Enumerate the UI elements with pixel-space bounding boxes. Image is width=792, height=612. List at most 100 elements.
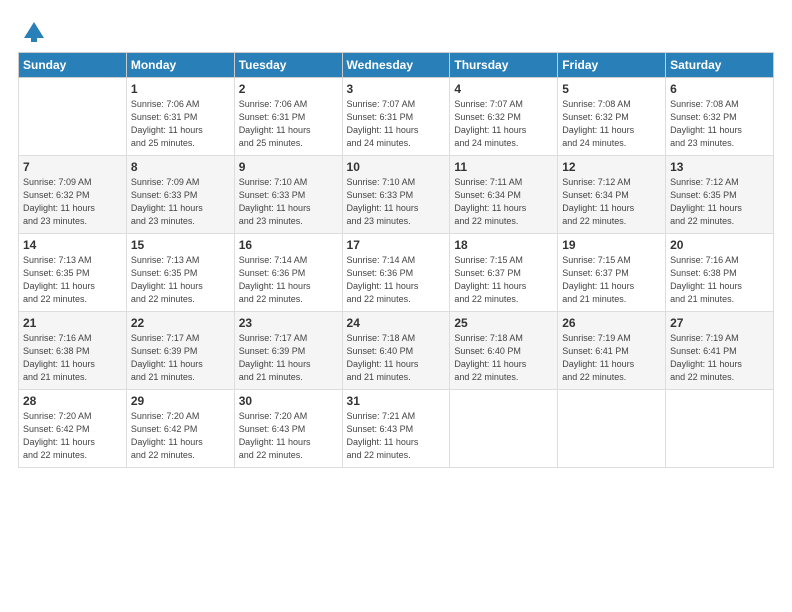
calendar-cell: 17 Sunrise: 7:14 AM Sunset: 6:36 PM Dayli… [342,234,450,312]
day-number: 10 [347,160,446,174]
day-number: 26 [562,316,661,330]
day-number: 13 [670,160,769,174]
calendar-cell: 10 Sunrise: 7:10 AM Sunset: 6:33 PM Dayli… [342,156,450,234]
calendar-cell: 21Sunrise: 7:16 AM Sunset: 6:38 PM Dayli… [19,312,127,390]
day-number: 18 [454,238,553,252]
day-number: 8 [131,160,230,174]
calendar-cell: 28 Sunrise: 7:20 AM Sunset: 6:42 PM Dayli… [19,390,127,468]
day-number: 16 [239,238,338,252]
day-number: 17 [347,238,446,252]
day-info: Sunrise: 7:20 AM Sunset: 6:43 PM Dayligh… [239,410,338,462]
calendar-cell [666,390,774,468]
day-number: 21 [23,316,122,330]
day-info: Sunrise: 7:10 AM Sunset: 6:33 PM Dayligh… [239,176,338,228]
calendar-cell: 29 Sunrise: 7:20 AM Sunset: 6:42 PM Dayli… [126,390,234,468]
day-number: 3 [347,82,446,96]
day-info: Sunrise: 7:20 AM Sunset: 6:42 PM Dayligh… [131,410,230,462]
day-number: 27 [670,316,769,330]
header [18,18,774,46]
day-info: Sunrise: 7:19 AM Sunset: 6:41 PM Dayligh… [562,332,661,384]
calendar-cell: 1 Sunrise: 7:06 AM Sunset: 6:31 PM Daylig… [126,78,234,156]
calendar-cell: 15Sunrise: 7:13 AM Sunset: 6:35 PM Dayli… [126,234,234,312]
day-number: 14 [23,238,122,252]
calendar-cell: 14Sunrise: 7:13 AM Sunset: 6:35 PM Dayli… [19,234,127,312]
calendar-week-row: 7Sunrise: 7:09 AM Sunset: 6:32 PM Daylig… [19,156,774,234]
calendar-cell: 5 Sunrise: 7:08 AM Sunset: 6:32 PM Daylig… [558,78,666,156]
day-info: Sunrise: 7:12 AM Sunset: 6:34 PM Dayligh… [562,176,661,228]
day-info: Sunrise: 7:08 AM Sunset: 6:32 PM Dayligh… [670,98,769,150]
calendar-cell [19,78,127,156]
day-info: Sunrise: 7:20 AM Sunset: 6:42 PM Dayligh… [23,410,122,462]
day-info: Sunrise: 7:18 AM Sunset: 6:40 PM Dayligh… [454,332,553,384]
day-number: 6 [670,82,769,96]
day-info: Sunrise: 7:11 AM Sunset: 6:34 PM Dayligh… [454,176,553,228]
calendar-cell: 27 Sunrise: 7:19 AM Sunset: 6:41 PM Dayli… [666,312,774,390]
day-info: Sunrise: 7:06 AM Sunset: 6:31 PM Dayligh… [239,98,338,150]
calendar-cell: 12 Sunrise: 7:12 AM Sunset: 6:34 PM Dayli… [558,156,666,234]
calendar-cell: 30Sunrise: 7:20 AM Sunset: 6:43 PM Dayli… [234,390,342,468]
day-number: 2 [239,82,338,96]
day-info: Sunrise: 7:14 AM Sunset: 6:36 PM Dayligh… [239,254,338,306]
calendar-cell: 9Sunrise: 7:10 AM Sunset: 6:33 PM Daylig… [234,156,342,234]
day-info: Sunrise: 7:16 AM Sunset: 6:38 PM Dayligh… [670,254,769,306]
day-number: 31 [347,394,446,408]
calendar-cell: 23 Sunrise: 7:17 AM Sunset: 6:39 PM Dayli… [234,312,342,390]
day-number: 19 [562,238,661,252]
calendar-week-row: 21Sunrise: 7:16 AM Sunset: 6:38 PM Dayli… [19,312,774,390]
calendar-cell: 31 Sunrise: 7:21 AM Sunset: 6:43 PM Dayli… [342,390,450,468]
day-info: Sunrise: 7:17 AM Sunset: 6:39 PM Dayligh… [131,332,230,384]
weekday-header: Thursday [450,53,558,78]
day-info: Sunrise: 7:08 AM Sunset: 6:32 PM Dayligh… [562,98,661,150]
day-info: Sunrise: 7:15 AM Sunset: 6:37 PM Dayligh… [454,254,553,306]
day-number: 12 [562,160,661,174]
calendar-cell: 3 Sunrise: 7:07 AM Sunset: 6:31 PM Daylig… [342,78,450,156]
calendar-cell: 25 Sunrise: 7:18 AM Sunset: 6:40 PM Dayli… [450,312,558,390]
logo-icon [20,18,48,46]
day-info: Sunrise: 7:12 AM Sunset: 6:35 PM Dayligh… [670,176,769,228]
day-number: 28 [23,394,122,408]
weekday-header: Friday [558,53,666,78]
day-info: Sunrise: 7:09 AM Sunset: 6:32 PM Dayligh… [23,176,122,228]
calendar-cell: 11 Sunrise: 7:11 AM Sunset: 6:34 PM Dayli… [450,156,558,234]
calendar-cell: 26 Sunrise: 7:19 AM Sunset: 6:41 PM Dayli… [558,312,666,390]
day-number: 20 [670,238,769,252]
weekday-header: Sunday [19,53,127,78]
calendar-cell [450,390,558,468]
day-info: Sunrise: 7:21 AM Sunset: 6:43 PM Dayligh… [347,410,446,462]
day-info: Sunrise: 7:17 AM Sunset: 6:39 PM Dayligh… [239,332,338,384]
weekday-header: Saturday [666,53,774,78]
calendar-week-row: 1 Sunrise: 7:06 AM Sunset: 6:31 PM Daylig… [19,78,774,156]
calendar-week-row: 28 Sunrise: 7:20 AM Sunset: 6:42 PM Dayli… [19,390,774,468]
page-container: SundayMondayTuesdayWednesdayThursdayFrid… [0,0,792,478]
day-number: 29 [131,394,230,408]
calendar-cell: 24Sunrise: 7:18 AM Sunset: 6:40 PM Dayli… [342,312,450,390]
calendar-table: SundayMondayTuesdayWednesdayThursdayFrid… [18,52,774,468]
day-number: 5 [562,82,661,96]
day-info: Sunrise: 7:07 AM Sunset: 6:31 PM Dayligh… [347,98,446,150]
day-number: 1 [131,82,230,96]
day-number: 24 [347,316,446,330]
calendar-cell [558,390,666,468]
calendar-cell: 16 Sunrise: 7:14 AM Sunset: 6:36 PM Dayli… [234,234,342,312]
weekday-header: Tuesday [234,53,342,78]
day-info: Sunrise: 7:13 AM Sunset: 6:35 PM Dayligh… [131,254,230,306]
calendar-cell: 20 Sunrise: 7:16 AM Sunset: 6:38 PM Dayli… [666,234,774,312]
day-info: Sunrise: 7:14 AM Sunset: 6:36 PM Dayligh… [347,254,446,306]
day-info: Sunrise: 7:19 AM Sunset: 6:41 PM Dayligh… [670,332,769,384]
day-info: Sunrise: 7:06 AM Sunset: 6:31 PM Dayligh… [131,98,230,150]
calendar-cell: 6 Sunrise: 7:08 AM Sunset: 6:32 PM Daylig… [666,78,774,156]
day-info: Sunrise: 7:09 AM Sunset: 6:33 PM Dayligh… [131,176,230,228]
calendar-cell: 18 Sunrise: 7:15 AM Sunset: 6:37 PM Dayli… [450,234,558,312]
day-info: Sunrise: 7:10 AM Sunset: 6:33 PM Dayligh… [347,176,446,228]
calendar-week-row: 14 Sunrise: 7:13 AM Sunset: 6:35 PM Dayli… [19,234,774,312]
day-info: Sunrise: 7:15 AM Sunset: 6:37 PM Dayligh… [562,254,661,306]
calendar-cell: 8 Sunrise: 7:09 AM Sunset: 6:33 PM Daylig… [126,156,234,234]
calendar-cell: 2 Sunrise: 7:06 AM Sunset: 6:31 PM Daylig… [234,78,342,156]
logo [18,18,48,46]
day-number: 23 [239,316,338,330]
calendar-cell: 19 Sunrise: 7:15 AM Sunset: 6:37 PM Dayli… [558,234,666,312]
day-number: 11 [454,160,553,174]
day-number: 25 [454,316,553,330]
day-number: 22 [131,316,230,330]
weekday-header: Monday [126,53,234,78]
